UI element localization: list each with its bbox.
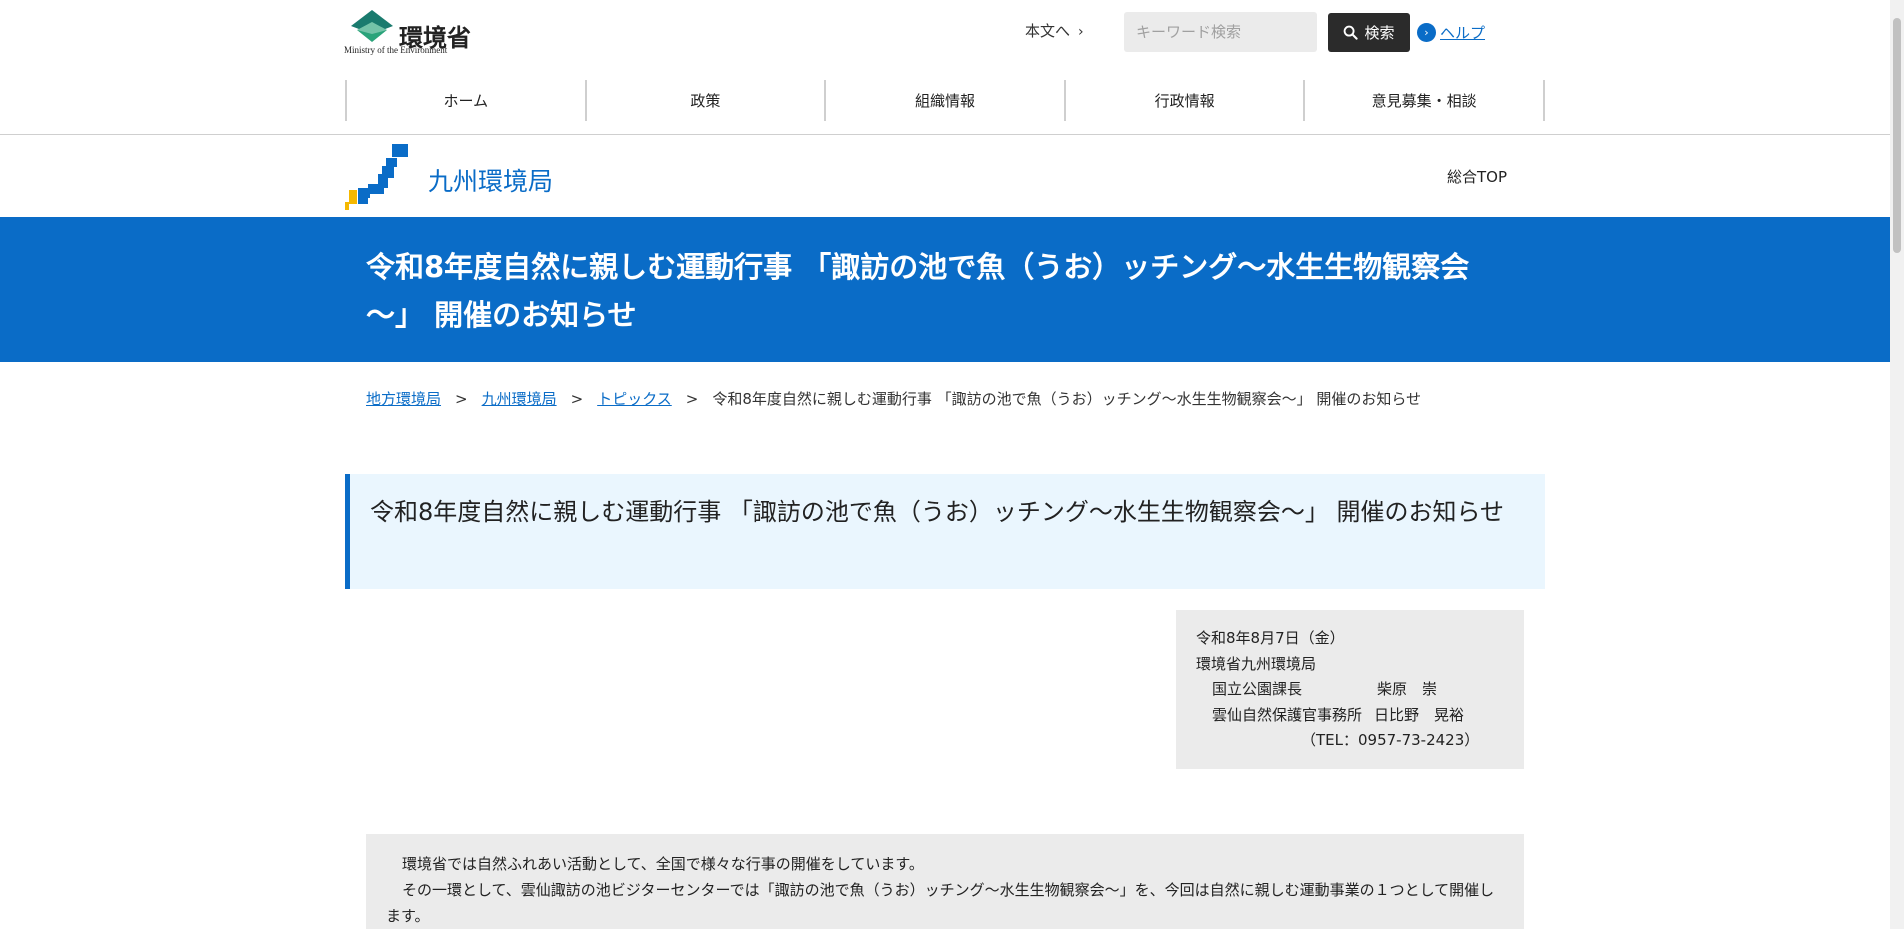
contact-row-1: 国立公園課長 柴原 崇 (1196, 677, 1504, 703)
page-scrollbar[interactable] (1890, 0, 1904, 929)
search-icon (1344, 25, 1359, 40)
help-link[interactable]: › ヘルプ (1417, 22, 1485, 43)
hero-banner: 令和8年度自然に親しむ運動行事 「諏訪の池で魚（うお）ッチング～水生生物観察会～… (0, 217, 1890, 362)
page-title: 令和8年度自然に親しむ運動行事 「諏訪の池で魚（うお）ッチング～水生生物観察会～… (370, 498, 1505, 526)
breadcrumb-current: 令和8年度自然に親しむ運動行事 「諏訪の池で魚（うお）ッチング～水生生物観察会～… (712, 390, 1422, 408)
nav-item-home[interactable]: ホーム (345, 80, 585, 121)
search-button[interactable]: 検索 (1328, 13, 1410, 52)
nav-item-label: 意見募集・相談 (1371, 92, 1477, 110)
article-intro-box: 環境省では自然ふれあい活動として、全国で様々な行事の開催をしています。 その一環… (366, 834, 1524, 929)
release-date: 令和8年8月7日（金） (1196, 629, 1345, 647)
breadcrumb-separator: > (685, 390, 699, 408)
logo-text-en: Ministry of the Environment (344, 45, 448, 55)
search-input[interactable] (1124, 12, 1317, 52)
hero-title: 令和8年度自然に親しむ運動行事 「諏訪の池で魚（うお）ッチング～水生生物観察会～… (366, 250, 1470, 332)
chevron-right-circle-icon: › (1417, 23, 1436, 42)
ministry-logo[interactable]: 環境省 Ministry of the Environment (344, 8, 474, 56)
global-nav: ホーム 政策 組織情報 行政情報 意見募集・相談 (345, 80, 1545, 121)
intro-paragraph: その一環として、雲仙諏訪の池ビジターセンターでは「諏訪の池で魚（うお）ッチング～… (386, 881, 1495, 925)
intro-paragraph: 環境省では自然ふれあい活動として、全国で様々な行事の開催をしています。 (402, 855, 924, 873)
breadcrumb: 地方環境局 > 九州環境局 > トピックス > 令和8年度自然に親しむ運動行事 「諏訪の池で… (366, 388, 1421, 409)
help-label: ヘルプ (1440, 24, 1486, 42)
search-button-label: 検索 (1364, 24, 1395, 42)
page-title-box: 令和8年度自然に親しむ運動行事 「諏訪の池で魚（うお）ッチング～水生生物観察会～… (345, 474, 1545, 589)
scrollbar-thumb[interactable] (1893, 18, 1901, 253)
contact-person: 日比野 晃裕 (1374, 705, 1465, 724)
japan-map-icon (345, 144, 408, 210)
contact-dept: 国立公園課長 (1212, 680, 1303, 698)
region-name[interactable]: 九州環境局 (428, 162, 553, 198)
nav-item-administration[interactable]: 行政情報 (1063, 80, 1304, 121)
chevron-right-icon: › (1078, 24, 1084, 40)
general-top-link[interactable]: 総合TOP (1447, 166, 1507, 187)
nav-item-policy[interactable]: 政策 (584, 80, 825, 121)
contact-person: 柴原 崇 (1377, 680, 1438, 698)
breadcrumb-link-kyushu[interactable]: 九州環境局 (482, 390, 557, 408)
press-info-box: 令和8年8月7日（金） 環境省九州環境局 国立公園課長 柴原 崇 雲仙自然保護官事… (1176, 610, 1524, 769)
issuing-office: 環境省九州環境局 (1196, 654, 1317, 673)
nav-item-organization[interactable]: 組織情報 (824, 80, 1064, 121)
nav-item-label: ホーム (443, 92, 489, 110)
nav-item-opinion[interactable]: 意見募集・相談 (1303, 80, 1545, 121)
region-bar: 九州環境局 総合TOP (0, 136, 1890, 217)
contact-tel: （TEL：0957-73-2423） (1301, 731, 1480, 749)
nav-item-label: 行政情報 (1154, 92, 1215, 110)
skip-to-content-link[interactable]: 本文へ › (1025, 20, 1084, 41)
nav-item-label: 政策 (690, 92, 721, 110)
nav-item-label: 組織情報 (914, 92, 975, 110)
contact-row-2: 雲仙自然保護官事務所 日比野 晃裕 (1196, 703, 1504, 729)
skip-label: 本文へ (1025, 22, 1071, 40)
site-header: 環境省 Ministry of the Environment 本文へ› 検索 … (0, 0, 1890, 135)
contact-dept: 雲仙自然保護官事務所 (1212, 705, 1363, 724)
breadcrumb-separator: > (455, 390, 468, 408)
breadcrumb-separator: > (570, 390, 584, 408)
breadcrumb-link-regional[interactable]: 地方環境局 (366, 390, 441, 408)
ministry-emblem-icon (351, 10, 393, 42)
breadcrumb-link-topics[interactable]: トピックス (597, 390, 672, 408)
